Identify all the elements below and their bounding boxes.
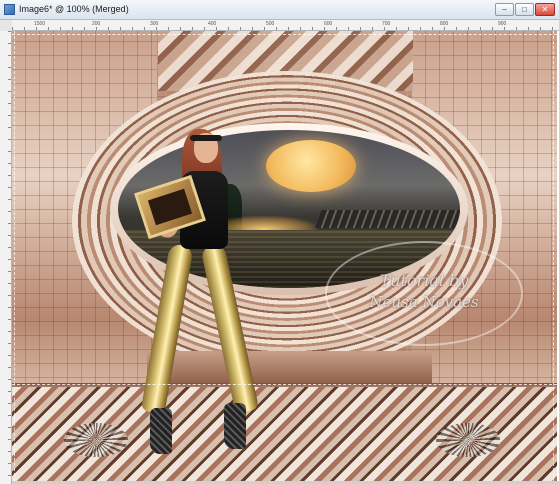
selection-marquee-top	[12, 34, 557, 35]
ruler-tick: 1500	[34, 21, 46, 27]
document-icon	[4, 4, 15, 15]
right-floor-rosette	[436, 423, 500, 457]
horizontal-ruler[interactable]: 1500 200 300 400 500 600 700 800 900	[12, 20, 559, 31]
ruler-tick: 300	[150, 21, 159, 27]
left-leg	[140, 242, 194, 415]
image-canvas[interactable]: Tutorial by Neusa Novaes	[12, 31, 557, 481]
watermark-line1: Tutorial by	[379, 271, 469, 290]
minimize-button[interactable]: –	[495, 3, 514, 16]
vertical-ruler[interactable]	[0, 31, 12, 484]
ruler-tick: 500	[266, 21, 275, 27]
woman-figure	[124, 123, 260, 463]
selection-marquee-right	[553, 31, 554, 481]
right-boot	[224, 403, 246, 449]
close-button[interactable]: ✕	[535, 3, 555, 16]
window-title: Image6* @ 100% (Merged)	[19, 4, 129, 14]
bridge	[314, 210, 460, 228]
right-leg	[200, 242, 260, 414]
moon	[266, 140, 356, 192]
ruler-tick: 600	[324, 21, 333, 27]
watermark: Tutorial by Neusa Novaes	[325, 241, 523, 346]
window-titlebar: Image6* @ 100% (Merged) – □ ✕	[0, 0, 559, 20]
ruler-corner	[0, 20, 12, 31]
watermark-line2: Neusa Novaes	[369, 293, 479, 311]
book-cover	[147, 188, 193, 226]
left-floor-rosette	[64, 423, 128, 457]
ruler-tick: 800	[440, 21, 449, 27]
ruler-tick: 400	[208, 21, 217, 27]
ruler-tick: 200	[92, 21, 101, 27]
ruler-tick: 900	[498, 21, 507, 27]
maximize-button[interactable]: □	[515, 3, 534, 16]
selection-marquee-mid	[12, 384, 557, 385]
ruler-tick: 700	[382, 21, 391, 27]
selection-marquee-left	[14, 31, 15, 481]
left-boot	[150, 408, 172, 454]
headband	[190, 135, 222, 141]
